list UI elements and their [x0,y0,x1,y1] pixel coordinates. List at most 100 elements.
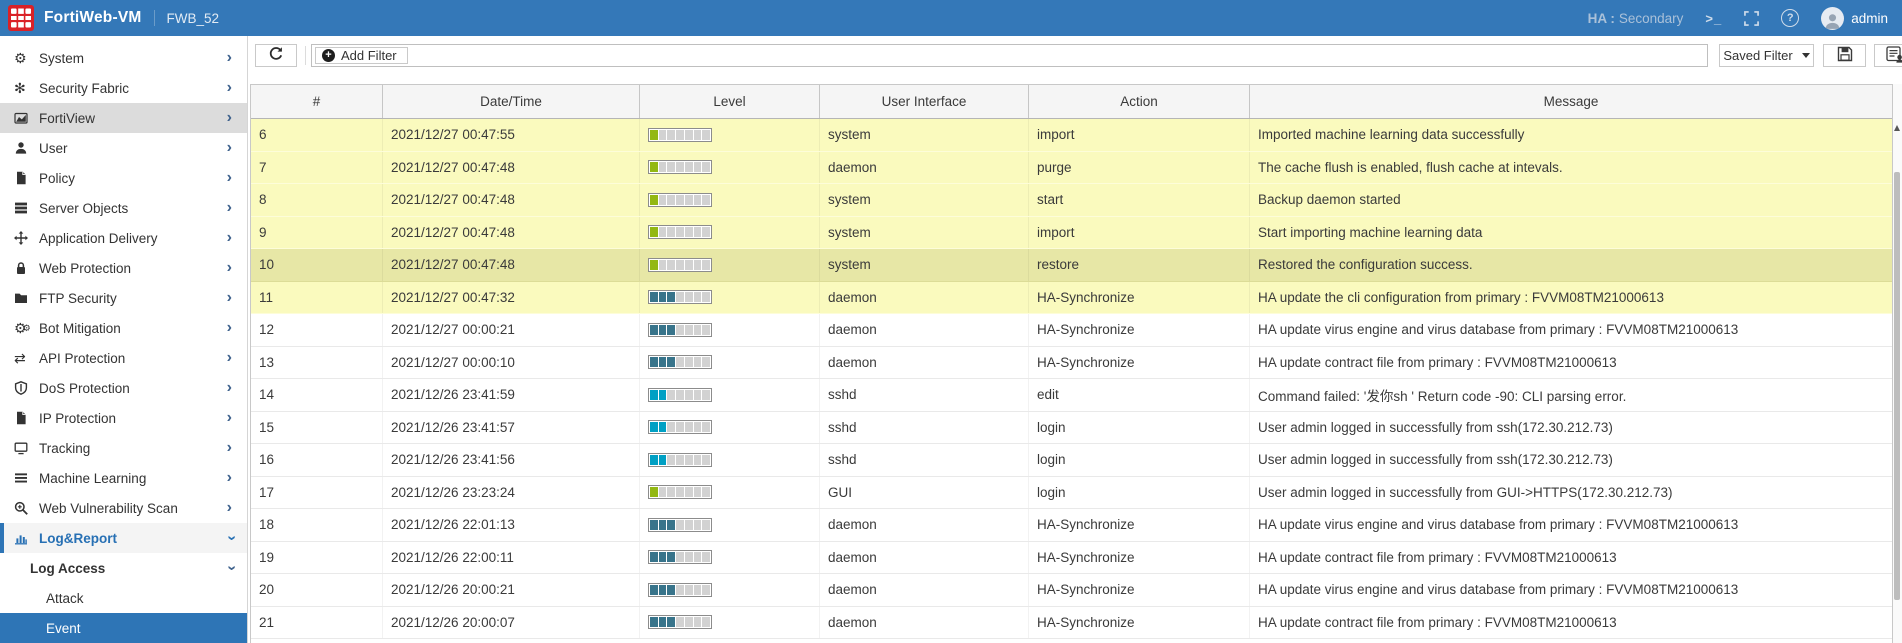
sidebar-item-fortiview[interactable]: FortiView › [0,103,247,133]
add-filter-button[interactable]: + Add Filter [315,47,408,64]
exchange-icon: ⇄ [14,349,26,366]
column-header-[interactable]: # [251,85,383,118]
table-row[interactable]: 9 2021/12/27 00:47:48 system import Start im… [251,216,1892,249]
chevron-right-icon: › [226,469,232,486]
sidebar-item-ip-protection[interactable]: IP Protection › [0,403,247,433]
chevron-right-icon: › [226,409,232,426]
sidebar-item-dos-protection[interactable]: DoS Protection › [0,373,247,403]
cell-level [640,541,820,573]
sidebar-item-label: Log&Report [39,530,117,546]
cell-datetime: 2021/12/27 00:47:48 [383,151,640,183]
cell-message: User admin logged in successfully from G… [1258,484,1673,500]
lock-icon [14,261,39,275]
table-row[interactable]: 6 2021/12/27 00:47:55 system import Imported… [251,119,1892,152]
sidebar-item-label: Attack [46,590,84,606]
table-row[interactable]: 13 2021/12/27 00:00:10 daemon HA-Synchroniz… [251,346,1892,379]
cell-level [640,509,820,541]
chevron-right-icon: › [226,229,232,246]
sidebar-item-web-protection[interactable]: Web Protection › [0,253,247,283]
cell-level [640,216,820,248]
chevron-right-icon: › [226,289,232,306]
sidebar-item-attack[interactable]: Attack [0,583,247,613]
avatar[interactable] [1821,6,1845,30]
cell-action: login [1029,411,1250,443]
table-row[interactable]: 10 2021/12/27 00:47:48 system restore Restor… [251,249,1892,282]
sidebar-item-event[interactable]: Event [0,613,247,643]
sidebar-item-server-objects[interactable]: Server Objects › [0,193,247,223]
table-row[interactable]: 8 2021/12/27 00:47:48 system start Backup da… [251,184,1892,217]
sidebar-item-tracking[interactable]: Tracking › [0,433,247,463]
page-icon [14,411,39,425]
level-bar [648,420,712,435]
terminal-icon[interactable]: >_ [1705,11,1722,26]
table-row[interactable]: 20 2021/12/26 20:00:21 daemon HA-Synchroniz… [251,574,1892,607]
column-header-message[interactable]: Message [1250,85,1892,118]
level-bar [648,550,712,565]
table-row[interactable]: 19 2021/12/26 22:00:11 daemon HA-Synchroniz… [251,541,1892,574]
cell-message: User admin logged in successfully from s… [1258,419,1613,435]
sidebar-item-api-protection[interactable]: ⇄ API Protection › [0,343,247,373]
save-filter-button[interactable] [1823,44,1866,67]
sidebar-item-label: System [39,50,85,66]
help-icon[interactable]: ? [1781,9,1800,27]
username[interactable]: admin [1851,11,1888,26]
toolbar-divider [305,46,306,65]
sidebar-item-ftp-security[interactable]: FTP Security › [0,283,247,313]
cell-message: HA update virus engine and virus databas… [1258,517,1739,533]
sidebar-item-label: Web Protection [39,260,132,276]
sidebar-item-user[interactable]: User › [0,133,247,163]
saved-filter-button[interactable]: Saved Filter [1719,44,1814,67]
sidebar-item-log-report[interactable]: Log&Report › [0,523,247,553]
refresh-button[interactable] [255,44,297,67]
server-icon [14,201,39,215]
folder-icon [14,291,39,305]
sidebar-item-label: Bot Mitigation [39,320,121,336]
cell-level [640,411,820,443]
caret-down-icon [1801,53,1810,58]
sidebar-item-log-access[interactable]: Log Access › [0,553,247,583]
level-bar [648,485,712,500]
fortinet-logo-icon [8,5,34,31]
sidebar-item-application-delivery[interactable]: Application Delivery › [0,223,247,253]
sidebar-item-policy[interactable]: Policy › [0,163,247,193]
column-header-user-interface[interactable]: User Interface [820,85,1029,118]
table-row[interactable]: 12 2021/12/27 00:00:21 daemon HA-Synchroniz… [251,314,1892,347]
cell-level [640,314,820,346]
table-row[interactable]: 18 2021/12/26 22:01:13 daemon HA-Synchroniz… [251,509,1892,542]
chevron-right-icon: › [226,379,232,396]
column-header-date-time[interactable]: Date/Time [383,85,640,118]
sidebar-item-security-fabric[interactable]: ✻ Security Fabric › [0,73,247,103]
cell-action: import [1029,119,1250,151]
fullscreen-icon[interactable] [1744,10,1760,26]
cell-datetime: 2021/12/26 23:41:57 [383,411,640,443]
cell-id: 13 [251,346,383,378]
table-header-row: # Date/Time Level User Interface Action Messa… [251,85,1892,119]
sidebar-item-label: User [39,140,68,156]
cell-level [640,151,820,183]
sidebar-item-machine-learning[interactable]: Machine Learning › [0,463,247,493]
table-row[interactable]: 11 2021/12/27 00:47:32 daemon HA-Synchroniz… [251,281,1892,314]
table-row[interactable]: 7 2021/12/27 00:47:48 daemon purge The cache… [251,151,1892,184]
log-details-button[interactable] [1874,44,1902,67]
scroll-up-arrow-icon[interactable] [1894,125,1900,131]
app-title: FortiWeb-VM [44,9,142,26]
main-content: + Add Filter Saved Filter # Date/Time Leve… [248,36,1902,643]
scrollbar-thumb[interactable] [1894,172,1900,600]
add-filter-label: Add Filter [341,48,397,63]
cell-message: HA update contract file from primary : F… [1258,354,1617,370]
table-row[interactable]: 15 2021/12/26 23:41:57 sshd login User admin… [251,411,1892,444]
vertical-scrollbar[interactable] [1893,84,1902,643]
sidebar-item-web-vulnerability-scan[interactable]: Web Vulnerability Scan › [0,493,247,523]
sidebar-item-bot-mitigation[interactable]: ⚙ ⚙ Bot Mitigation › [0,313,247,343]
table-row[interactable]: 16 2021/12/26 23:41:56 sshd login User admin… [251,444,1892,477]
filter-bar[interactable]: + Add Filter [311,44,1708,67]
device-name: FWB_52 [166,10,220,26]
sidebar-item-system[interactable]: ⚙ System › [0,43,247,73]
column-header-level[interactable]: Level [640,85,820,118]
sidebar-item-label: Tracking [39,440,91,456]
column-header-action[interactable]: Action [1029,85,1250,118]
table-row[interactable]: 21 2021/12/26 20:00:07 daemon HA-Synchroniz… [251,606,1892,639]
refresh-icon [268,46,284,65]
table-row[interactable]: 17 2021/12/26 23:23:24 GUI login User admin … [251,476,1892,509]
table-row[interactable]: 14 2021/12/26 23:41:59 sshd edit Command fai… [251,379,1892,412]
